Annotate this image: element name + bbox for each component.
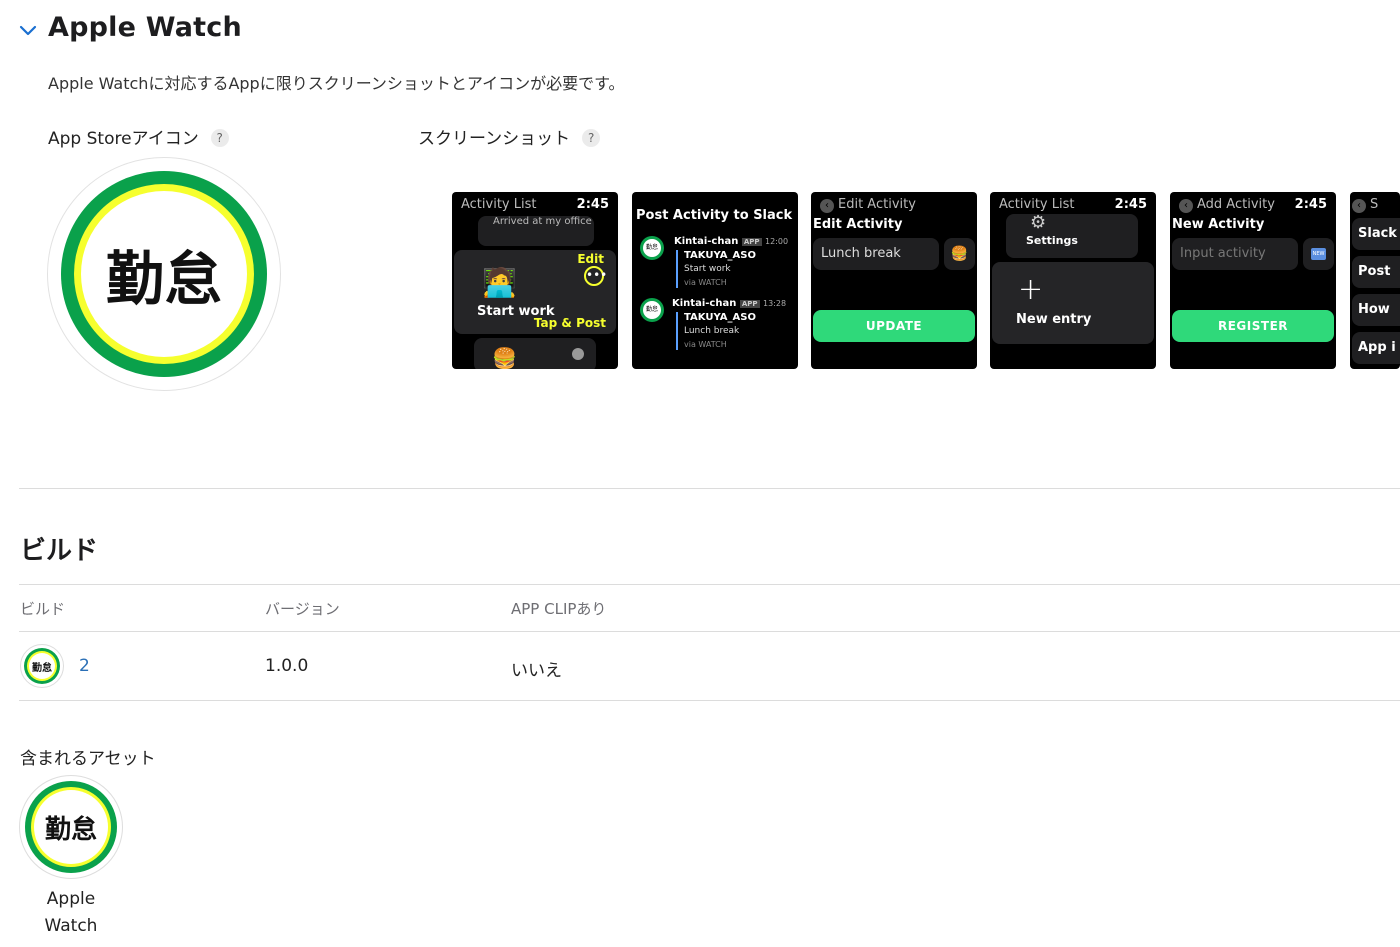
burger-icon: 🍔 [944, 238, 975, 270]
app-store-icon[interactable]: 勤怠 [47, 157, 281, 391]
screenshot-3[interactable]: ‹ Edit Activity Edit Activity Lunch break… [811, 192, 977, 369]
build-app-icon: 勤怠 [20, 644, 64, 688]
column-header-appclip: APP CLIPあり [511, 600, 607, 618]
build-number-link[interactable]: 2 [79, 656, 90, 676]
screen-title: Activity List [461, 197, 537, 212]
activity-field: Input activity [1172, 238, 1298, 270]
help-icon[interactable]: ? [582, 129, 601, 147]
table-divider [19, 700, 1400, 701]
column-header-version: バージョン [265, 600, 340, 618]
screenshot-4[interactable]: Activity List 2:45 ⚙ Settings + New entry [990, 192, 1156, 369]
register-button[interactable]: REGISTER [1172, 310, 1334, 342]
section-description: Apple Watchに対応するAppに限りスクリーンショットとアイコンが必要で… [48, 74, 625, 93]
avatar: 勤怠 [640, 236, 664, 260]
appclip-value: いいえ [511, 661, 562, 681]
kintai-logo: 勤怠 [81, 191, 247, 357]
column-header-build: ビルド [20, 600, 66, 618]
list-item: 🍔 [474, 338, 596, 369]
screenshot-strip: Activity List 2:45 Arrived at my office 🧑… [452, 192, 1400, 369]
back-icon: ‹ [1179, 199, 1193, 213]
screenshots-label: スクリーンショット? [418, 124, 601, 149]
section-title: Apple Watch [48, 12, 242, 43]
list-item: Arrived at my office [478, 216, 594, 246]
activity-field: Lunch break [813, 238, 939, 270]
back-icon: ‹ [820, 199, 834, 213]
included-assets-label: 含まれるアセット [20, 749, 156, 769]
section-divider [19, 488, 1400, 489]
table-divider [19, 584, 1400, 585]
burger-icon: 🍔 [492, 346, 517, 369]
more-icon [572, 348, 584, 360]
back-icon: ‹ [1352, 199, 1366, 213]
more-icon: ••• [584, 266, 607, 286]
asset-icon[interactable]: 勤怠 [19, 775, 123, 879]
screenshot-1[interactable]: Activity List 2:45 Arrived at my office 🧑… [452, 192, 618, 369]
plus-icon: + [1018, 272, 1044, 307]
edit-label: Edit [577, 252, 604, 266]
screenshot-2[interactable]: Post Activity to Slack 勤怠 Kintai-chan AP… [632, 192, 798, 369]
list-item: ⚙ Settings [1006, 212, 1138, 258]
tap-post-label: Tap & Post [533, 316, 606, 330]
screenshot-5[interactable]: ‹ Add Activity 2:45 New Activity Input act… [1170, 192, 1336, 369]
screenshot-6[interactable]: ‹ S Slack Post How App i [1350, 192, 1400, 369]
build-section-title: ビルド [20, 536, 99, 566]
app-store-icon-label: App Storeアイコン? [48, 124, 229, 149]
chevron-down-icon[interactable] [18, 20, 38, 40]
new-badge-icon: NEW [1311, 248, 1326, 260]
avatar: 勤怠 [640, 298, 664, 322]
gear-icon: ⚙ [1030, 212, 1047, 233]
new-entry-card[interactable]: + New entry [992, 262, 1154, 344]
list-item: 🧑‍💻 Edit ••• Start work Tap & Post [454, 250, 616, 334]
asset-name: Apple Watch [44, 889, 98, 936]
table-divider [19, 631, 1400, 632]
worker-emoji-icon: 🧑‍💻 [482, 266, 517, 299]
help-icon[interactable]: ? [210, 129, 229, 147]
screen-header: Post Activity to Slack [636, 208, 793, 223]
update-button[interactable]: UPDATE [813, 310, 975, 342]
version-value: 1.0.0 [265, 656, 309, 676]
screen-time: 2:45 [576, 197, 609, 212]
